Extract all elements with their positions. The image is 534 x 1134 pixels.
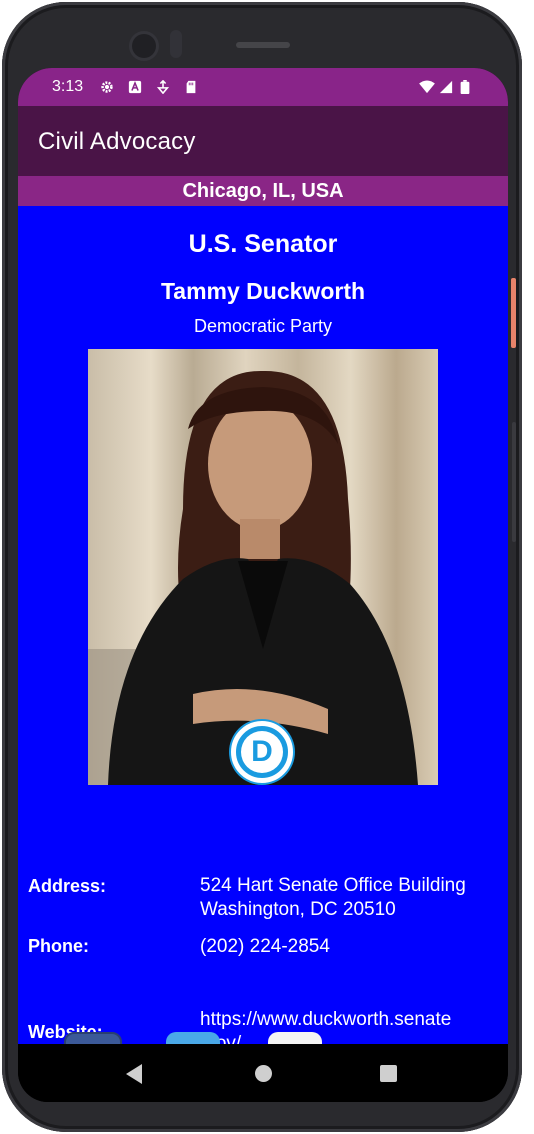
proximity-sensor xyxy=(170,30,182,58)
navigation-bar xyxy=(18,1044,508,1102)
sd-card-icon xyxy=(186,80,196,94)
website-line1: https://www.duckworth.senate xyxy=(200,1009,452,1030)
portrait-image xyxy=(88,370,418,785)
official-name: Tammy Duckworth xyxy=(160,278,366,304)
official-detail: U.S. Senator Tammy Duckworth Democratic … xyxy=(18,206,508,1044)
address-line1: 524 Hart Senate Office Building xyxy=(200,875,466,896)
office-title: U.S. Senator xyxy=(188,230,338,258)
party-name: Democratic Party xyxy=(193,316,333,336)
address-value[interactable]: 524 Hart Senate Office Building Washingt… xyxy=(200,874,500,922)
official-photo[interactable] xyxy=(88,349,438,785)
earpiece-speaker xyxy=(236,42,290,48)
phone-value[interactable]: (202) 224-2854 xyxy=(200,935,500,959)
phone-frame: 3:13 Civil Advocacy Chicago, IL, USA U.S… xyxy=(2,2,522,1132)
recents-icon[interactable] xyxy=(380,1065,397,1082)
wifi-icon xyxy=(419,80,435,94)
party-logo-letter: D xyxy=(241,731,283,773)
status-bar: 3:13 xyxy=(18,68,508,106)
website-line2: .gov/ xyxy=(200,1033,242,1044)
back-icon[interactable] xyxy=(126,1064,142,1084)
party-logo-icon[interactable]: D xyxy=(231,721,293,783)
status-time: 3:13 xyxy=(52,78,84,95)
battery-icon xyxy=(460,80,470,94)
website-link[interactable]: https://www.duckworth.senate .gov/ xyxy=(200,1008,500,1044)
front-camera xyxy=(132,34,156,58)
a-box-icon xyxy=(128,80,142,94)
home-icon[interactable] xyxy=(255,1065,272,1082)
screen: 3:13 Civil Advocacy Chicago, IL, USA U.S… xyxy=(18,68,508,1102)
signal-icon xyxy=(439,80,453,94)
address-line2: Washington, DC 20510 xyxy=(200,899,396,920)
address-label: Address: xyxy=(28,876,107,896)
volume-button xyxy=(512,422,516,542)
app-title: Civil Advocacy xyxy=(38,128,196,155)
location-bar: Chicago, IL, USA xyxy=(18,176,508,206)
phone-label: Phone: xyxy=(28,936,89,956)
app-bar: Civil Advocacy xyxy=(18,106,508,176)
gear-icon xyxy=(101,81,113,93)
usb-debug-icon xyxy=(156,80,170,94)
power-button xyxy=(511,278,516,348)
